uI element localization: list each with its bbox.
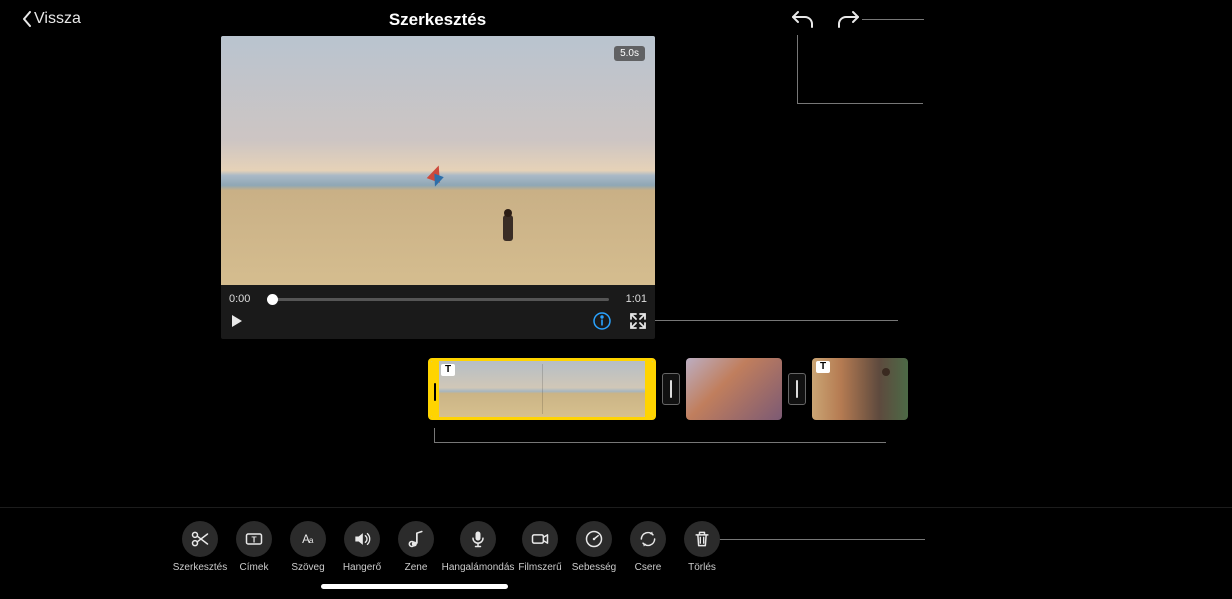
undo-icon: [791, 8, 815, 32]
gauge-icon: [576, 521, 612, 557]
speaker-icon: [344, 521, 380, 557]
transition-2[interactable]: [788, 373, 806, 405]
tool-edit[interactable]: Szerkesztés: [175, 521, 225, 573]
video-camera-icon: [522, 521, 558, 557]
tool-voiceover[interactable]: Hangalámondás: [445, 521, 511, 573]
play-button[interactable]: [229, 313, 245, 334]
scrubber: 0:00 1:01: [229, 289, 647, 309]
tool-swap[interactable]: Csere: [623, 521, 673, 573]
callout-line: [797, 103, 923, 104]
callout-line: [797, 35, 798, 103]
callout-line: [434, 442, 886, 443]
svg-text:a: a: [309, 535, 314, 545]
page-title: Szerkesztés: [389, 10, 486, 30]
chevron-left-icon: [22, 11, 32, 27]
tool-label: Csere: [635, 562, 662, 573]
fullscreen-button[interactable]: [629, 312, 647, 335]
clip-3[interactable]: T: [812, 358, 908, 420]
back-label: Vissza: [34, 10, 81, 28]
preview-controls: [229, 311, 647, 335]
tool-label: Filmszerű: [518, 562, 561, 573]
tool-music[interactable]: Zene: [391, 521, 441, 573]
expand-icon: [629, 312, 647, 330]
tool-label: Hangerő: [343, 562, 381, 573]
time-total: 1:01: [617, 293, 647, 305]
home-indicator: [321, 584, 508, 589]
clip-2[interactable]: [686, 358, 782, 420]
trash-icon: [684, 521, 720, 557]
trim-handle-left[interactable]: [434, 383, 436, 401]
scrubber-track[interactable]: [267, 298, 609, 301]
caption-icon: T: [236, 521, 272, 557]
time-current: 0:00: [229, 293, 259, 305]
person-thumb: [882, 368, 890, 376]
tool-label: Sebesség: [572, 562, 616, 573]
timeline: T T: [428, 356, 908, 422]
video-preview: 5.0s 0:00 1:01: [221, 36, 655, 339]
title-marker-icon: T: [441, 364, 455, 376]
scissors-icon: [182, 521, 218, 557]
page-title-wrap: Szerkesztés: [0, 10, 1232, 30]
tool-volume[interactable]: Hangerő: [337, 521, 387, 573]
title-marker-icon: T: [816, 361, 830, 373]
tool-label: Szöveg: [291, 562, 324, 573]
person-graphic: [503, 215, 513, 241]
svg-text:T: T: [251, 534, 256, 544]
redo-icon: [836, 8, 860, 32]
tool-cinematic[interactable]: Filmszerű: [515, 521, 565, 573]
back-button[interactable]: Vissza: [22, 10, 81, 28]
undo-button[interactable]: [791, 8, 815, 37]
clip-1-selected[interactable]: T: [428, 358, 656, 420]
scrubber-thumb[interactable]: [267, 294, 278, 305]
microphone-icon: [460, 521, 496, 557]
swap-icon: [630, 521, 666, 557]
callout-line: [434, 428, 435, 442]
text-icon: Aa: [290, 521, 326, 557]
tool-label: Címek: [240, 562, 269, 573]
info-icon: [593, 312, 611, 330]
transition-1[interactable]: [662, 373, 680, 405]
kite-graphic: [429, 165, 449, 185]
tool-label: Szerkesztés: [173, 562, 227, 573]
trim-handle-right[interactable]: [648, 383, 650, 401]
tool-speed[interactable]: Sebesség: [569, 521, 619, 573]
clip-frame-divider: [542, 364, 543, 414]
tool-label: Zene: [405, 562, 428, 573]
tool-delete[interactable]: Törlés: [677, 521, 727, 573]
redo-button[interactable]: [836, 8, 860, 37]
clip-duration-badge: 5.0s: [614, 46, 645, 61]
callout-line: [654, 320, 898, 321]
tool-text[interactable]: Aa Szöveg: [283, 521, 333, 573]
preview-frame: [221, 36, 655, 285]
bottom-toolbar: Szerkesztés T Címek Aa Szöveg Hangerő Ze…: [175, 521, 731, 573]
music-note-icon: [398, 521, 434, 557]
tool-label: Törlés: [688, 562, 716, 573]
top-bar: Vissza Szerkesztés: [0, 10, 1232, 38]
tool-titles[interactable]: T Címek: [229, 521, 279, 573]
tool-label: Hangalámondás: [442, 562, 515, 573]
info-button[interactable]: [593, 312, 611, 335]
section-divider: [0, 507, 1232, 508]
play-icon: [229, 313, 245, 329]
